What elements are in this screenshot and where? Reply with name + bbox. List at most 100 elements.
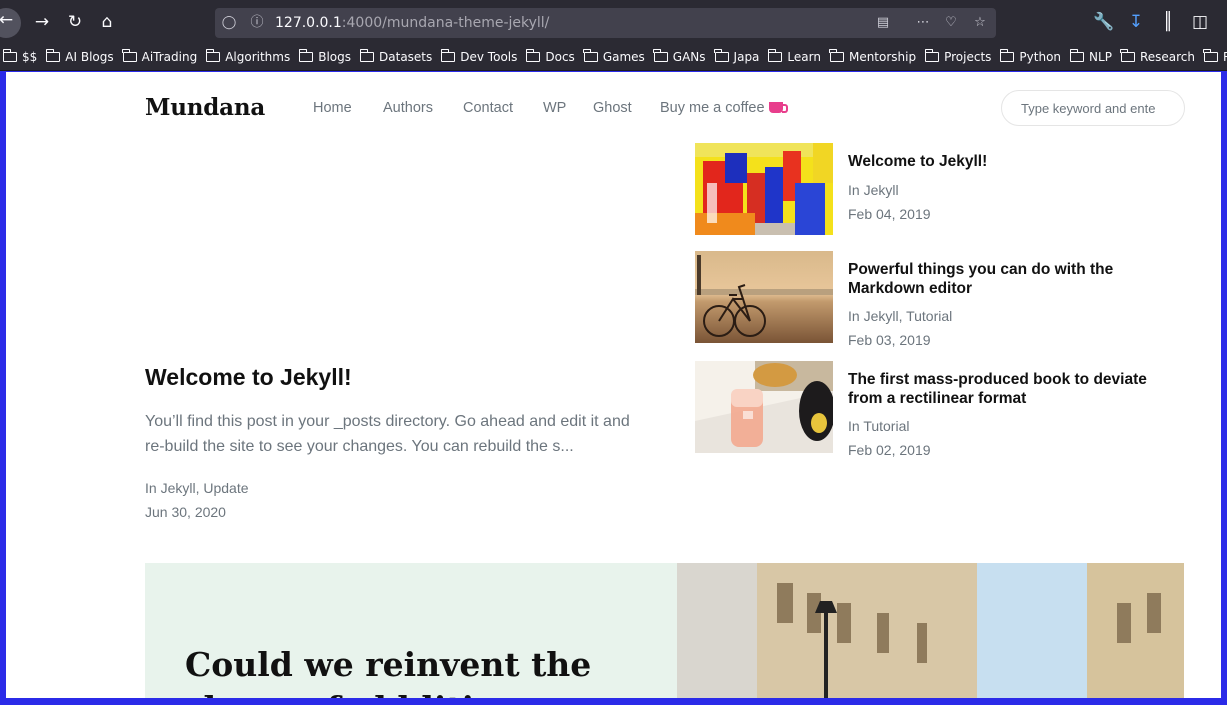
bookmark-item[interactable]: Python: [997, 44, 1067, 70]
bookmark-item[interactable]: AiTrading: [120, 44, 204, 70]
post-categories[interactable]: In Tutorial: [848, 418, 909, 434]
library-icon[interactable]: ║: [1156, 10, 1180, 34]
post-item[interactable]: Welcome to Jekyll! In Jekyll Feb 04, 201…: [695, 143, 1185, 235]
bookmark-item[interactable]: GANs: [651, 44, 712, 70]
bookmark-label: Docs: [545, 50, 575, 64]
post-item[interactable]: The first mass-produced book to deviate …: [695, 361, 1185, 458]
reload-icon[interactable]: ↻: [63, 10, 87, 34]
bookmark-label: Learn: [787, 50, 821, 64]
home-icon[interactable]: ⌂: [95, 10, 119, 34]
download-icon[interactable]: ↧: [1124, 10, 1148, 34]
bookmark-item[interactable]: Learn: [765, 44, 827, 70]
address-bar[interactable]: ◯ ⓘ 127.0.0.1:4000/mundana-theme-jekyll/…: [215, 8, 996, 38]
folder-icon: [999, 49, 1015, 62]
folder-icon: [525, 49, 541, 62]
folder-icon: [298, 49, 314, 62]
folder-icon: [767, 49, 783, 62]
bookmark-item[interactable]: Docs: [523, 44, 580, 70]
bookmark-item[interactable]: Japa: [712, 44, 766, 70]
nav-wp[interactable]: WP: [543, 100, 566, 116]
page-viewport: Mundana Home Authors Contact WP Ghost Bu…: [6, 72, 1221, 698]
bookmark-item[interactable]: Projects: [922, 44, 997, 70]
folder-icon: [359, 49, 375, 62]
folder-icon: [1120, 49, 1135, 62]
sidebar-icon[interactable]: ◫: [1188, 10, 1212, 34]
page-actions-icon[interactable]: ⋯: [915, 15, 931, 31]
site-brand[interactable]: Mundana: [145, 94, 265, 121]
post-thumbnail-drink-table[interactable]: [695, 361, 833, 453]
folder-icon: [45, 49, 61, 62]
featured-post-date: Jun 30, 2020: [145, 504, 226, 520]
folder-icon: [829, 49, 844, 62]
jumbotron: Could we reinvent the shape of old liti: [145, 563, 1184, 698]
post-date: Feb 04, 2019: [848, 206, 931, 222]
folder-icon: [2, 49, 17, 62]
wrench-icon[interactable]: 🔧: [1092, 10, 1116, 34]
url-text[interactable]: 127.0.0.1:4000/mundana-theme-jekyll/: [275, 15, 549, 31]
bookmark-label: $$: [22, 50, 38, 64]
post-thumbnail-abstract-painting[interactable]: [695, 143, 833, 235]
bookmark-label: RL: [1223, 50, 1227, 64]
bookmark-item[interactable]: Blogs: [296, 44, 357, 70]
bookmark-label: Datasets: [379, 50, 433, 64]
bookmark-label: Algorithms: [225, 50, 291, 64]
bookmark-label: Projects: [944, 50, 992, 64]
bookmark-label: Games: [602, 50, 645, 64]
bookmark-label: AiTrading: [141, 50, 198, 64]
info-icon[interactable]: ⓘ: [249, 15, 265, 31]
post-title[interactable]: The first mass-produced book to deviate …: [848, 370, 1178, 408]
bookmark-item[interactable]: Dev Tools: [438, 44, 523, 70]
reader-view-icon[interactable]: ▤: [875, 15, 891, 31]
bookmark-item[interactable]: Algorithms: [203, 44, 296, 70]
featured-post-title[interactable]: Welcome to Jekyll!: [145, 364, 352, 391]
post-date: Feb 02, 2019: [848, 442, 931, 458]
bookmark-label: Mentorship: [848, 50, 917, 64]
bookmark-label: Python: [1019, 50, 1062, 64]
nav-buy-me-a-coffee[interactable]: Buy me a coffee: [660, 100, 788, 116]
forward-arrow-icon[interactable]: →: [30, 10, 54, 34]
nav-home[interactable]: Home: [313, 100, 352, 116]
back-arrow-icon[interactable]: ←: [0, 8, 21, 38]
bookmarks-bar: $$ AI Blogs AiTrading Algorithms Blogs Datase…: [0, 44, 1227, 71]
folder-icon: [205, 49, 221, 62]
folder-icon: [1203, 49, 1218, 62]
bookmark-item[interactable]: Datasets: [357, 44, 438, 70]
bookmark-label: AI Blogs: [65, 50, 114, 64]
bookmark-item[interactable]: Games: [581, 44, 651, 70]
coffee-cup-icon: [768, 102, 788, 113]
jumbotron-title[interactable]: Could we reinvent the shape of old liti: [185, 643, 665, 698]
post-item[interactable]: Powerful things you can do with the Mark…: [695, 251, 1185, 348]
post-title[interactable]: Welcome to Jekyll!: [848, 152, 1178, 171]
folder-icon: [653, 49, 668, 62]
post-categories[interactable]: In Jekyll, Tutorial: [848, 308, 952, 324]
bookmark-label: Japa: [733, 50, 760, 64]
bookmark-item[interactable]: Research: [1118, 44, 1201, 70]
bookmark-item[interactable]: Mentorship: [827, 44, 922, 70]
post-date: Feb 03, 2019: [848, 332, 931, 348]
bookmark-star-icon[interactable]: ☆: [972, 15, 988, 31]
post-title[interactable]: Powerful things you can do with the Mark…: [848, 260, 1178, 298]
search-input[interactable]: [1001, 90, 1185, 126]
pocket-icon[interactable]: ♡: [943, 15, 959, 31]
bookmark-item[interactable]: AI Blogs: [43, 44, 119, 70]
bookmark-label: Research: [1139, 50, 1195, 64]
bookmark-item[interactable]: NLP: [1067, 44, 1118, 70]
url-host: 127.0.0.1: [275, 15, 342, 31]
post-thumbnail-bicycle-beach[interactable]: [695, 251, 833, 343]
post-categories[interactable]: In Jekyll: [848, 182, 899, 198]
nav-ghost[interactable]: Ghost: [593, 100, 632, 116]
bookmark-label: GANs: [672, 50, 706, 64]
nav-coffee-label: Buy me a coffee: [660, 100, 765, 116]
bookmark-item[interactable]: $$: [0, 44, 43, 70]
folder-icon: [440, 49, 456, 62]
nav-contact[interactable]: Contact: [463, 100, 513, 116]
bookmark-label: Dev Tools: [460, 50, 518, 64]
featured-post-categories[interactable]: In Jekyll, Update: [145, 480, 249, 496]
folder-icon: [714, 49, 729, 62]
nav-authors[interactable]: Authors: [383, 100, 433, 116]
jumbotron-street-image: [677, 563, 1184, 698]
featured-post-excerpt: You’ll find this post in your _posts dir…: [145, 413, 630, 455]
shield-icon[interactable]: ◯: [221, 15, 237, 31]
bookmark-item[interactable]: RL: [1201, 44, 1227, 70]
bookmark-label: NLP: [1089, 50, 1112, 64]
